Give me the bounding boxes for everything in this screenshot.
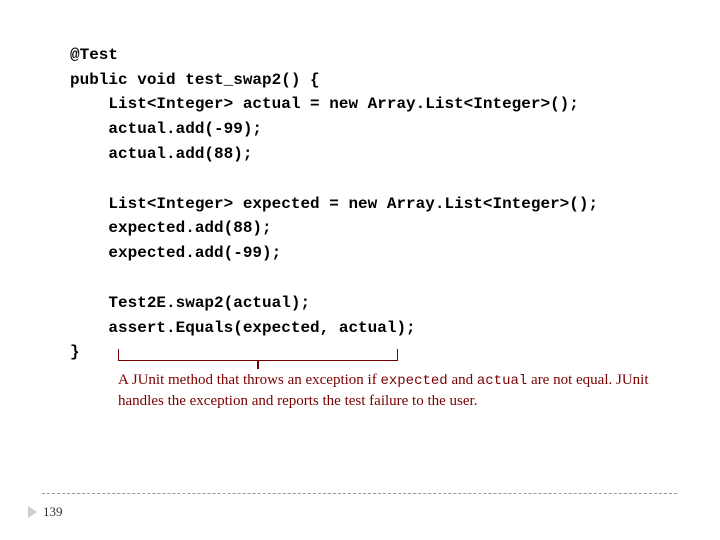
code-line: }: [70, 343, 80, 361]
annotation-bracket-icon: [118, 349, 398, 361]
code-block: @Test public void test_swap2() { List<In…: [70, 18, 598, 365]
code-line: expected.add(88);: [70, 219, 272, 237]
annotation-bracket-stem: [257, 361, 259, 369]
code-line: actual.add(-99);: [70, 120, 262, 138]
annotation-segment: and: [448, 372, 477, 388]
code-line: assert.Equals(expected, actual);: [70, 319, 416, 337]
annotation-text: A JUnit method that throws an exception …: [118, 370, 658, 411]
code-line: public void test_swap2() {: [70, 71, 320, 89]
code-line: List<Integer> expected = new Array.List<…: [70, 195, 598, 213]
code-line: actual.add(88);: [70, 145, 252, 163]
code-line: expected.add(-99);: [70, 244, 281, 262]
divider-line: [42, 493, 677, 494]
annotation-mono: expected: [380, 373, 447, 389]
annotation-mono: actual: [477, 373, 527, 389]
play-arrow-icon: [28, 506, 37, 518]
page-footer: 139: [28, 504, 63, 520]
page-number: 139: [43, 504, 63, 520]
annotation-segment: A JUnit method that throws an exception …: [118, 372, 380, 388]
code-line: Test2E.swap2(actual);: [70, 294, 310, 312]
code-line: @Test: [70, 46, 118, 64]
code-line: List<Integer> actual = new Array.List<In…: [70, 95, 579, 113]
